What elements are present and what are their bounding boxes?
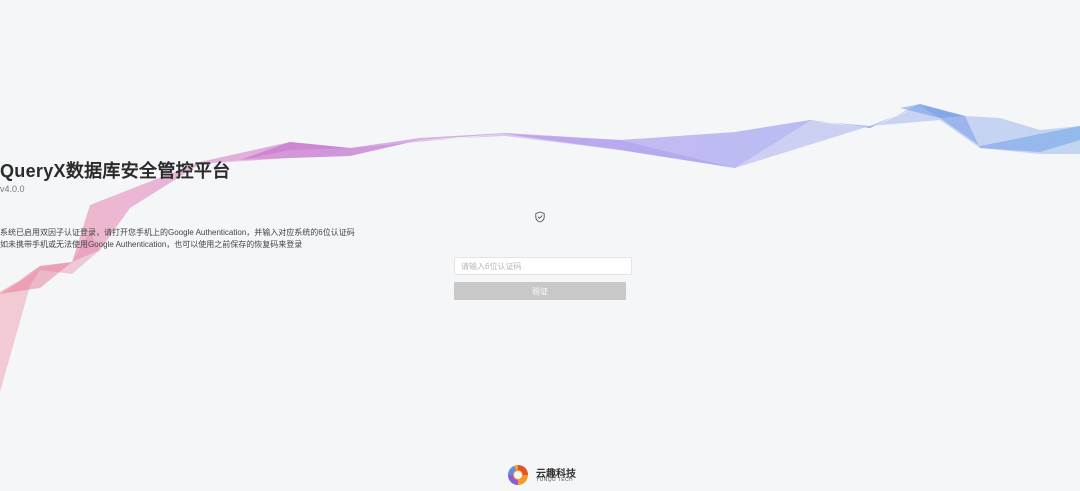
verification-code-input[interactable] [454, 257, 632, 275]
login-page: QueryX数据库安全管控平台 v4.0.0 系统已启用双因子认证登录，请打开您… [0, 0, 1080, 491]
two-factor-description-line2: 如未携带手机或无法使用Google Authentication，也可以使用之前… [0, 240, 303, 249]
company-logo: 云趣科技 YUNQU TECH [505, 462, 585, 486]
page-title: QueryX数据库安全管控平台 [0, 161, 231, 181]
verify-button[interactable]: 验证 [454, 282, 626, 300]
yunqu-logo-icon [508, 465, 528, 485]
brand-name-en: YUNQU TECH [536, 477, 573, 483]
shield-check-icon [535, 211, 545, 223]
two-factor-description-line1: 系统已启用双因子认证登录，请打开您手机上的Google Authenticati… [0, 228, 355, 237]
version-label: v4.0.0 [0, 184, 25, 194]
